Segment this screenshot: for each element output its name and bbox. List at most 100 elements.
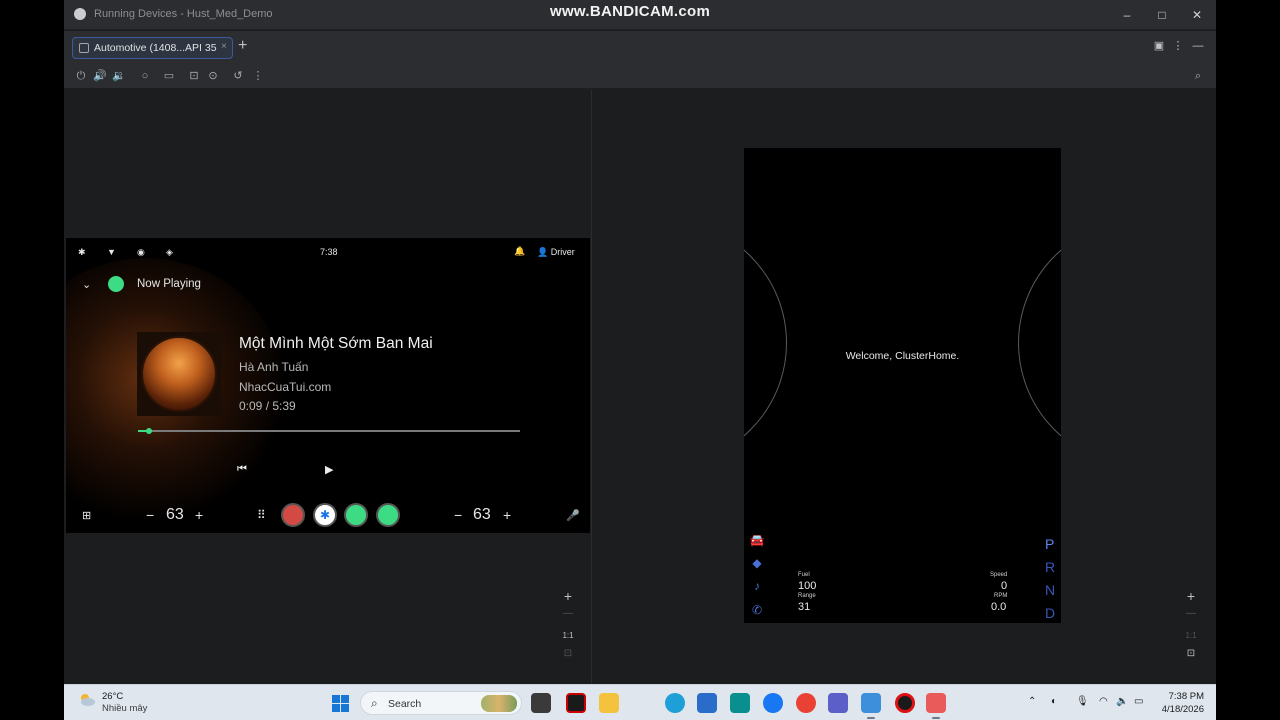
person-icon: 👤 bbox=[537, 247, 551, 257]
chrome-icon[interactable] bbox=[796, 693, 816, 713]
android-app-icon-2[interactable] bbox=[376, 503, 400, 527]
bluetooth-app-icon[interactable]: ✱ bbox=[313, 503, 337, 527]
microphone-icon[interactable]: 🎤 bbox=[566, 509, 580, 522]
taskbar-date[interactable]: 4/18/2026 bbox=[1150, 704, 1204, 715]
app-icon-teal[interactable] bbox=[730, 693, 750, 713]
bandicam-icon[interactable] bbox=[895, 693, 915, 713]
close-button[interactable]: ✕ bbox=[1187, 6, 1207, 24]
previous-track-icon[interactable]: ⏮ bbox=[237, 463, 247, 476]
user-profile[interactable]: 👤 Driver bbox=[537, 247, 575, 258]
progress-bar[interactable] bbox=[138, 428, 520, 434]
volume-up-icon[interactable]: 🔊 bbox=[92, 68, 108, 84]
wifi-icon: ▼ bbox=[107, 247, 116, 257]
album-art-image bbox=[141, 336, 217, 412]
overview-icon[interactable]: ▭ bbox=[161, 68, 177, 84]
tab-automotive-device[interactable]: Automotive (1408...API 35 × bbox=[72, 37, 233, 59]
speaker-tray-icon[interactable]: 🔈 bbox=[1116, 696, 1128, 707]
tab-close-icon[interactable]: × bbox=[221, 41, 227, 52]
recording-watermark: www.BANDICAM.com bbox=[550, 3, 711, 20]
app-launcher-icon[interactable]: ⠿ bbox=[257, 508, 266, 522]
now-playing-title: Now Playing bbox=[137, 278, 201, 290]
fuel-value: 100 bbox=[798, 580, 817, 592]
edge-browser-icon[interactable] bbox=[665, 693, 685, 713]
app-grid-toggle-icon[interactable]: ⊞ bbox=[82, 509, 91, 522]
right-gauge-arc bbox=[1018, 220, 1061, 466]
car-icon[interactable]: 🚘 bbox=[749, 533, 765, 547]
right-temp-minus[interactable]: − bbox=[454, 507, 462, 523]
maximize-button[interactable]: □ bbox=[1152, 6, 1172, 24]
hide-panel-icon[interactable]: — bbox=[1190, 38, 1206, 54]
weather-temperature[interactable]: 26°C bbox=[102, 691, 123, 702]
song-title: Một Mình Một Sớm Ban Mai bbox=[239, 335, 433, 352]
gear-d: D bbox=[1045, 605, 1056, 621]
search-label: Search bbox=[388, 698, 422, 710]
android-studio-taskbar-icon[interactable] bbox=[861, 693, 881, 713]
taskbar-search-box[interactable]: ⌕ Search bbox=[360, 691, 522, 715]
car-device-icon bbox=[79, 43, 89, 53]
navigation-icon[interactable]: ◆ bbox=[749, 556, 765, 570]
left-temp-minus[interactable]: − bbox=[146, 507, 154, 523]
speed-value: 0 bbox=[1001, 580, 1008, 592]
teams-icon[interactable] bbox=[828, 693, 848, 713]
zoom-out-button[interactable]: — bbox=[558, 608, 578, 619]
app-icon-red[interactable] bbox=[566, 693, 586, 713]
play-icon[interactable]: ▶ bbox=[325, 463, 333, 476]
phone-icon[interactable]: ✆ bbox=[749, 603, 765, 617]
rpm-label: RPM bbox=[994, 593, 1008, 599]
rotate-icon[interactable]: ↺ bbox=[230, 68, 246, 84]
more-icon[interactable]: ⋮ bbox=[250, 68, 266, 84]
more-options-icon[interactable]: ⋮ bbox=[1170, 38, 1186, 54]
android-studio-alt-icon[interactable] bbox=[926, 693, 946, 713]
android-app-icon[interactable] bbox=[344, 503, 368, 527]
zoom-fit-icon[interactable]: ⊡ bbox=[558, 648, 578, 659]
zoom-actual-size-button-right[interactable]: 1:1 bbox=[1181, 631, 1201, 640]
add-device-icon[interactable]: + bbox=[238, 37, 247, 55]
microsoft-store-icon[interactable] bbox=[697, 693, 717, 713]
minimize-button[interactable]: – bbox=[1117, 6, 1137, 24]
maps-app-icon[interactable] bbox=[281, 503, 305, 527]
panel-divider[interactable] bbox=[591, 90, 592, 684]
right-temperature: 63 bbox=[473, 506, 491, 523]
zoom-controls-right: + — 1:1 ⊡ bbox=[1181, 588, 1201, 666]
layout-icon[interactable]: ▣ bbox=[1151, 38, 1167, 54]
weather-cloudy-icon[interactable] bbox=[78, 693, 96, 707]
wifi-tray-icon[interactable]: ◠ bbox=[1099, 696, 1108, 707]
task-view-icon[interactable] bbox=[531, 693, 551, 713]
microphone-tray-icon[interactable]: 🎙 bbox=[1076, 696, 1089, 707]
battery-tray-icon[interactable]: ▭ bbox=[1134, 696, 1143, 707]
rpm-value: 0.0 bbox=[991, 601, 1007, 613]
power-icon[interactable]: ⏻ bbox=[73, 68, 89, 84]
left-temp-plus[interactable]: + bbox=[195, 507, 203, 523]
screenshot-icon[interactable]: ⊡ bbox=[186, 68, 202, 84]
file-explorer-icon[interactable] bbox=[599, 693, 619, 713]
zoom-in-button-right[interactable]: + bbox=[1181, 588, 1201, 604]
infotainment-display[interactable]: ✱ ▼ ◉ ◈ 7:38 🔔 👤 Driver ⌄ Now Playing Mộ… bbox=[66, 238, 590, 533]
left-temperature: 63 bbox=[166, 506, 184, 523]
range-label: Range bbox=[798, 593, 816, 599]
zoom-fit-icon-right[interactable]: ⊡ bbox=[1181, 648, 1201, 659]
screen-record-icon[interactable]: ⊙ bbox=[205, 68, 221, 84]
volume-down-icon[interactable]: 🔉 bbox=[111, 68, 127, 84]
left-gauge-arc bbox=[744, 220, 787, 466]
active-app-indicator bbox=[867, 717, 875, 719]
taskbar-time[interactable]: 7:38 PM bbox=[1158, 691, 1204, 702]
zoom-in-button[interactable]: + bbox=[558, 588, 578, 604]
right-temp-plus[interactable]: + bbox=[503, 507, 511, 523]
notification-bell-icon[interactable]: 🔔 bbox=[514, 246, 525, 257]
music-icon[interactable]: ♪ bbox=[749, 579, 765, 593]
zoom-out-button-right[interactable]: — bbox=[1181, 608, 1201, 619]
media-app-icon bbox=[108, 276, 124, 292]
windows-start-icon[interactable] bbox=[332, 695, 349, 712]
instrument-cluster-display[interactable]: Welcome, ClusterHome. 🚘 ◆ ♪ ✆ Fuel 100 R… bbox=[744, 148, 1061, 623]
weather-condition[interactable]: Nhiều mây bbox=[102, 703, 147, 714]
zoom-actual-size-button[interactable]: 1:1 bbox=[558, 631, 578, 640]
media-source: NhacCuaTui.com bbox=[239, 380, 332, 394]
collapse-chevron-icon[interactable]: ⌄ bbox=[82, 278, 91, 291]
playback-time: 0:09 / 5:39 bbox=[239, 399, 296, 413]
facebook-icon[interactable] bbox=[763, 693, 783, 713]
gear-p: P bbox=[1045, 536, 1055, 552]
display-search-icon[interactable]: ⌕ bbox=[1190, 68, 1206, 84]
home-icon[interactable]: ○ bbox=[137, 68, 153, 84]
tray-app-icon[interactable]: ◐ bbox=[1051, 696, 1057, 707]
show-hidden-icons-chevron[interactable]: ⌃ bbox=[1028, 696, 1036, 707]
